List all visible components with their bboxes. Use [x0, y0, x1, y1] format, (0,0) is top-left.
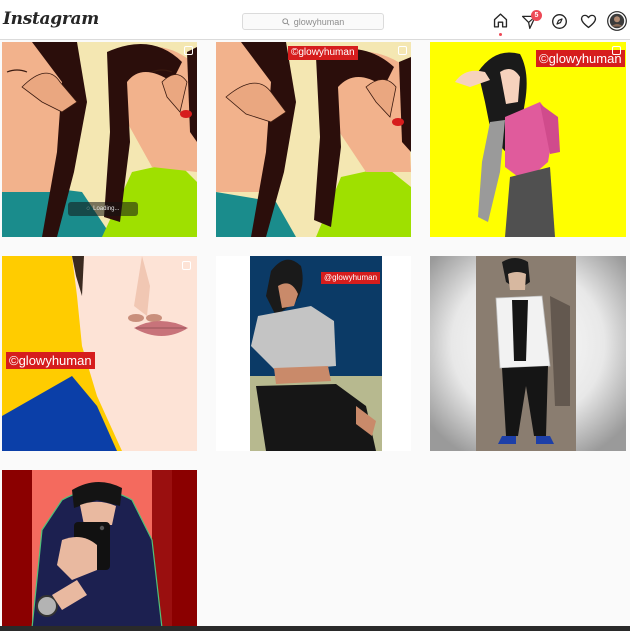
loading-text: Loading...: [93, 206, 120, 212]
grid-post-2[interactable]: ©glowyhuman: [216, 42, 411, 237]
watermark-label: ©glowyhuman: [6, 352, 95, 369]
search-icon: [282, 17, 290, 26]
multiple-photos-icon: [397, 261, 406, 270]
instagram-logo[interactable]: Instagram: [3, 9, 99, 29]
top-nav-bar: Instagram glowyhuman 5: [0, 0, 630, 40]
grid-post-5[interactable]: @glowyhuman: [216, 256, 411, 451]
multiple-photos-icon: [184, 46, 193, 55]
notification-badge: 5: [531, 10, 542, 21]
search-box[interactable]: glowyhuman: [242, 13, 384, 30]
multiple-photos-icon: [182, 261, 191, 270]
grid-post-3[interactable]: ©glowyhuman: [430, 42, 626, 237]
bottom-scroll-strip: [0, 626, 630, 631]
post-5-illustration: [216, 256, 411, 451]
explore-compass-icon[interactable]: [551, 13, 568, 30]
grid-post-6[interactable]: [430, 256, 626, 451]
post-3-illustration: [430, 42, 626, 237]
multiple-photos-icon: [398, 46, 407, 55]
post-7-illustration: [2, 470, 197, 628]
watermark-label: ©glowyhuman: [288, 46, 358, 60]
loading-spinner-icon: ◌: [86, 206, 91, 212]
multiple-photos-icon: [612, 46, 621, 55]
loading-indicator: ◌ Loading...: [68, 202, 138, 216]
grid-post-4[interactable]: ©glowyhuman: [2, 256, 197, 451]
watermark-label: @glowyhuman: [321, 272, 381, 284]
home-icon[interactable]: [492, 12, 509, 29]
grid-post-7[interactable]: [2, 470, 197, 628]
activity-heart-icon[interactable]: [580, 13, 597, 30]
post-2-illustration: [216, 42, 411, 237]
search-input[interactable]: glowyhuman: [294, 17, 345, 27]
profile-avatar[interactable]: [607, 11, 627, 31]
post-6-illustration: [430, 256, 626, 451]
grid-post-1[interactable]: ◌ Loading...: [2, 42, 197, 237]
active-indicator: [499, 33, 502, 36]
